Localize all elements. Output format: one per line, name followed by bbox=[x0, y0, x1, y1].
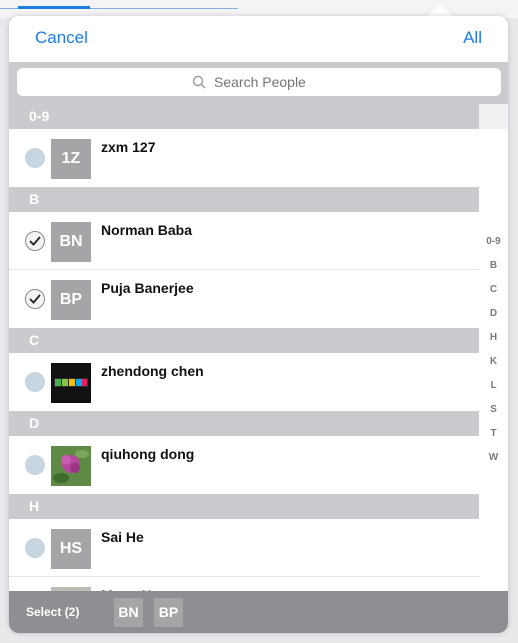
vmware-logo-avatar bbox=[51, 363, 91, 403]
contact-row-zxm-127[interactable]: 1Z zxm 127 bbox=[9, 129, 479, 187]
popover-arrow bbox=[428, 4, 452, 16]
nav-bar: Cancel Select Contacts All bbox=[9, 16, 508, 62]
index-item-s[interactable]: S bbox=[479, 404, 508, 415]
page-title: Select Contacts bbox=[194, 28, 323, 47]
section-header-b: B bbox=[9, 187, 479, 212]
checkmark-icon bbox=[29, 236, 41, 246]
contact-name: Sai He bbox=[101, 529, 144, 545]
selection-radio[interactable] bbox=[25, 372, 45, 392]
contact-row-zhendong-chen[interactable]: zhendong chen bbox=[9, 353, 479, 411]
contact-list[interactable]: 0-9 1Z zxm 127 B BN Norman Baba BP Puja … bbox=[9, 104, 479, 604]
contact-name: zxm 127 bbox=[101, 139, 156, 155]
section-header-d: D bbox=[9, 411, 479, 436]
section-header-0-9: 0-9 bbox=[9, 104, 479, 129]
section-index-bar[interactable]: 0-9 B C D H K L S T W bbox=[479, 104, 508, 633]
selection-checkmark[interactable] bbox=[25, 231, 45, 251]
contact-row-qiuhong-dong[interactable]: qiuhong dong bbox=[9, 436, 479, 494]
selected-chip-bp[interactable]: BP bbox=[154, 598, 183, 627]
select-contacts-popover: Cancel Select Contacts All 0-9 1Z zxm 12… bbox=[9, 16, 508, 633]
contact-name: qiuhong dong bbox=[101, 446, 195, 462]
selection-checkmark[interactable] bbox=[25, 289, 45, 309]
select-all-button[interactable]: All bbox=[463, 28, 482, 48]
selection-radio[interactable] bbox=[25, 455, 45, 475]
contact-row-puja-banerjee[interactable]: BP Puja Banerjee bbox=[9, 270, 479, 328]
selection-radio[interactable] bbox=[25, 538, 45, 558]
flower-photo-icon bbox=[51, 446, 91, 486]
contact-name: zhendong chen bbox=[101, 363, 204, 379]
contact-name: Puja Banerjee bbox=[101, 280, 194, 296]
index-item-l[interactable]: L bbox=[479, 380, 508, 391]
selected-chip-bn[interactable]: BN bbox=[114, 598, 143, 627]
section-header-h: H bbox=[9, 494, 479, 519]
index-item-h[interactable]: H bbox=[479, 332, 508, 343]
search-field[interactable] bbox=[17, 68, 501, 96]
index-bar-header bbox=[479, 104, 508, 129]
avatar: HS bbox=[51, 529, 91, 569]
search-input[interactable] bbox=[212, 73, 326, 91]
checkmark-icon bbox=[29, 294, 41, 304]
avatar: BP bbox=[51, 280, 91, 320]
vmware-logo-icon bbox=[54, 378, 88, 387]
index-item-k[interactable]: K bbox=[479, 356, 508, 367]
selection-radio[interactable] bbox=[25, 148, 45, 168]
selection-count-button[interactable]: Select (2) bbox=[26, 605, 79, 619]
selection-bar: Select (2) BN BP bbox=[9, 591, 508, 633]
index-item-b[interactable]: B bbox=[479, 260, 508, 271]
index-item-t[interactable]: T bbox=[479, 428, 508, 439]
contact-row-sai-he[interactable]: HS Sai He bbox=[9, 519, 479, 577]
search-bar bbox=[9, 62, 508, 104]
flower-photo-avatar bbox=[51, 446, 91, 486]
index-item-w[interactable]: W bbox=[479, 452, 508, 463]
section-header-c: C bbox=[9, 328, 479, 353]
index-item-c[interactable]: C bbox=[479, 284, 508, 295]
avatar: 1Z bbox=[51, 139, 91, 179]
contact-row-norman-baba[interactable]: BN Norman Baba bbox=[9, 212, 479, 270]
index-item-0-9[interactable]: 0-9 bbox=[479, 236, 508, 247]
avatar: BN bbox=[51, 222, 91, 262]
contact-name: Norman Baba bbox=[101, 222, 193, 238]
index-item-d[interactable]: D bbox=[479, 308, 508, 319]
background-tab-indicator bbox=[18, 6, 90, 9]
search-icon bbox=[192, 75, 206, 89]
